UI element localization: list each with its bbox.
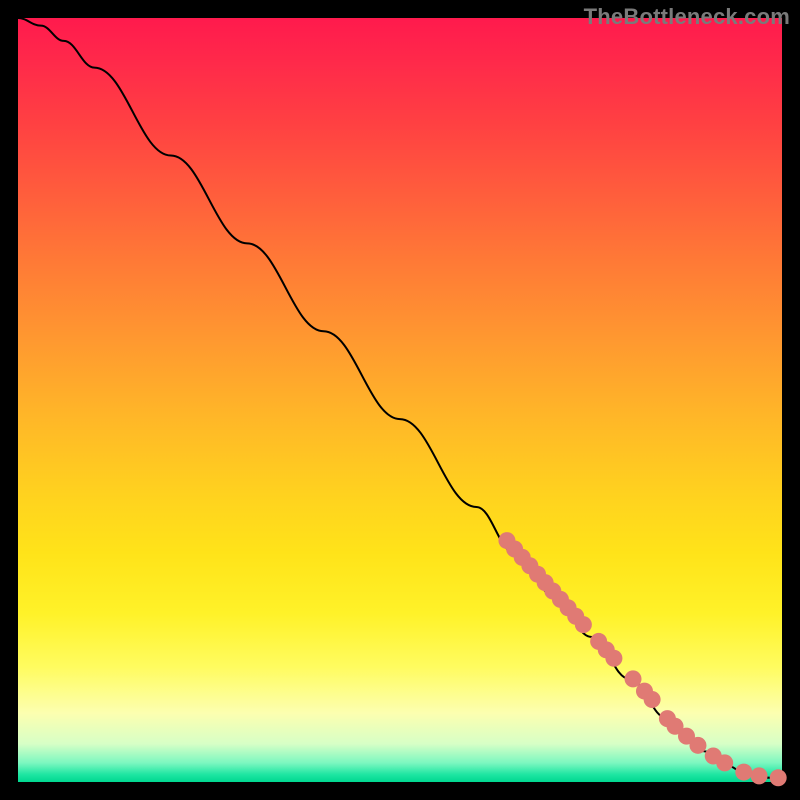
- scatter-point: [605, 650, 622, 667]
- watermark-text: TheBottleneck.com: [584, 4, 790, 30]
- scatter-point: [735, 764, 752, 781]
- scatter-point: [689, 737, 706, 754]
- curve-line: [18, 18, 782, 778]
- plot-area: [18, 18, 782, 782]
- scatter-point: [575, 616, 592, 633]
- chart-stage: TheBottleneck.com: [0, 0, 800, 800]
- scatter-point: [751, 767, 768, 784]
- scatter-point: [770, 769, 787, 786]
- scatter-group: [498, 532, 786, 786]
- chart-overlay: [18, 18, 782, 782]
- scatter-point: [716, 754, 733, 771]
- scatter-point: [644, 691, 661, 708]
